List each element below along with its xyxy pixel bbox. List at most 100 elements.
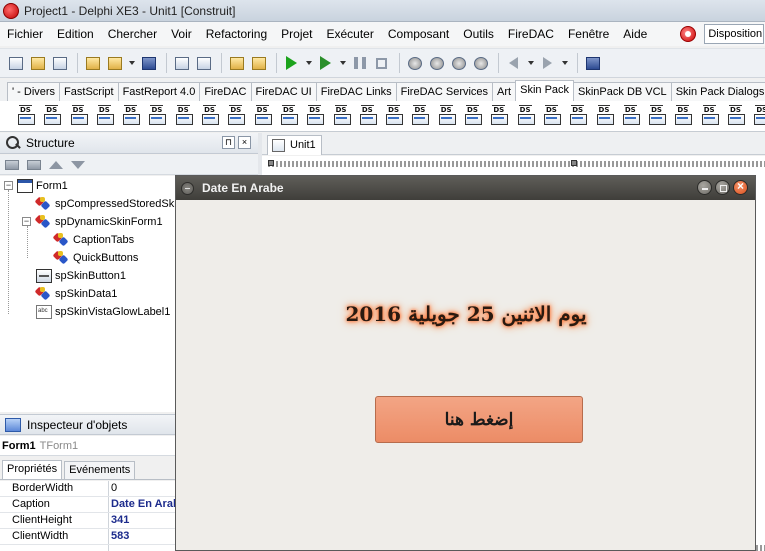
system-menu-icon[interactable] <box>181 181 194 195</box>
property-value[interactable]: 583 <box>111 530 175 542</box>
toggle-form-unit-icon[interactable] <box>194 54 213 73</box>
delphi-app-icon[interactable] <box>3 2 19 19</box>
tree-expander[interactable]: − <box>22 217 31 226</box>
tree-node[interactable]: CaptionTabs <box>52 231 134 249</box>
run-until-return-icon[interactable] <box>471 54 490 73</box>
tree-node[interactable]: spDynamicSkinForm1 <box>34 213 163 231</box>
resize-handle[interactable] <box>268 160 274 166</box>
stop-icon[interactable] <box>372 54 391 73</box>
open-project-icon[interactable] <box>28 54 47 73</box>
palette-tab[interactable]: FireDAC Services <box>395 82 494 101</box>
chevron-down-icon[interactable] <box>127 54 136 73</box>
palette-tab[interactable]: Skin Pack Dialogs <box>670 82 765 101</box>
palette-component-icon[interactable]: DS <box>121 104 143 128</box>
palette-component-icon[interactable]: DS <box>595 104 617 128</box>
palette-tab[interactable]: Skin Pack <box>515 80 575 101</box>
property-value[interactable]: 0 <box>111 482 175 494</box>
tree-node[interactable]: Form1 <box>17 177 68 195</box>
menu-view[interactable]: Voir <box>164 22 199 46</box>
tree-node[interactable]: QuickButtons <box>52 249 138 267</box>
tab-unit1[interactable]: Unit1 <box>267 135 322 155</box>
save-icon[interactable] <box>139 54 158 73</box>
property-value[interactable]: Date En Arabe <box>111 498 175 510</box>
menu-component[interactable]: Composant <box>381 22 456 46</box>
folder-icon[interactable] <box>2 157 22 173</box>
menu-edit[interactable]: Edition <box>50 22 101 46</box>
menu-file[interactable]: Fichier <box>0 22 50 46</box>
palette-component-icon[interactable]: DS <box>463 104 485 128</box>
palette-component-icon[interactable]: DS <box>673 104 695 128</box>
menu-project[interactable]: Projet <box>274 22 319 46</box>
palette-tab[interactable]: FastScript <box>59 82 119 101</box>
palette-component-icon[interactable]: DS <box>42 104 64 128</box>
palette-component-icon[interactable]: DS <box>332 104 354 128</box>
pin-button[interactable]: ⊓ <box>222 136 235 149</box>
palette-component-icon[interactable]: DS <box>437 104 459 128</box>
palette-component-icon[interactable]: DS <box>253 104 275 128</box>
chevron-down-icon[interactable] <box>304 54 313 73</box>
chevron-down-icon[interactable] <box>560 54 569 73</box>
open-file-icon[interactable] <box>83 54 102 73</box>
trace-into-icon[interactable] <box>405 54 424 73</box>
close-icon[interactable] <box>733 179 748 195</box>
designed-form-window[interactable]: Date En Arabe يوم الاثنين 25 جويلية 2016… <box>175 175 756 551</box>
press-here-button[interactable]: إضغط هنا <box>375 396 583 443</box>
form-title-bar[interactable]: Date En Arabe <box>176 176 755 200</box>
palette-tab[interactable]: FastReport 4.0 <box>117 82 201 101</box>
tab-events[interactable]: Evénements <box>64 461 136 479</box>
tree-node[interactable]: spCompressedStoredSkin1 <box>34 195 189 213</box>
palette-component-icon[interactable]: DS <box>358 104 380 128</box>
palette-component-icon[interactable]: DS <box>200 104 222 128</box>
palette-component-icon[interactable]: DS <box>305 104 327 128</box>
menu-tools[interactable]: Outils <box>456 22 501 46</box>
move-up-icon[interactable] <box>46 157 66 173</box>
help-globe-icon[interactable] <box>680 26 697 42</box>
help-book-icon[interactable] <box>583 54 602 73</box>
chevron-down-icon[interactable] <box>526 54 535 73</box>
back-icon[interactable] <box>504 54 523 73</box>
palette-tab[interactable]: FireDAC Links <box>315 82 397 101</box>
palette-component-icon[interactable]: DS <box>726 104 748 128</box>
menu-window[interactable]: Fenêtre <box>561 22 616 46</box>
palette-tab[interactable]: SkinPack DB VCL <box>573 82 672 101</box>
palette-component-icon[interactable]: DS <box>516 104 538 128</box>
menu-refactor[interactable]: Refactoring <box>199 22 274 46</box>
minimize-icon[interactable] <box>697 180 712 195</box>
view-form-icon[interactable] <box>172 54 191 73</box>
tree-node[interactable]: spSkinVistaGlowLabel1 <box>36 303 170 321</box>
tree-expander[interactable]: − <box>4 181 13 190</box>
new-form-icon[interactable] <box>227 54 246 73</box>
menu-run[interactable]: Exécuter <box>320 22 381 46</box>
trace-to-line-icon[interactable] <box>449 54 468 73</box>
menu-help[interactable]: Aide <box>616 22 654 46</box>
forward-icon[interactable] <box>538 54 557 73</box>
menu-firedac[interactable]: FireDAC <box>501 22 561 46</box>
add-file-icon[interactable] <box>249 54 268 73</box>
palette-tab[interactable]: FireDAC UI <box>250 82 317 101</box>
tree-node[interactable]: spSkinButton1 <box>36 267 126 285</box>
palette-tab[interactable]: ' - Divers <box>7 82 61 101</box>
menu-search[interactable]: Chercher <box>101 22 164 46</box>
new-items-icon[interactable] <box>6 54 25 73</box>
palette-component-icon[interactable]: DS <box>647 104 669 128</box>
palette-component-icon[interactable]: DS <box>147 104 169 128</box>
property-value[interactable]: 341 <box>111 514 175 526</box>
reopen-icon[interactable] <box>105 54 124 73</box>
palette-component-icon[interactable]: DS <box>568 104 590 128</box>
palette-tab[interactable]: Art <box>492 82 517 101</box>
palette-tab[interactable]: FireDAC <box>199 82 252 101</box>
chevron-down-icon[interactable] <box>338 54 347 73</box>
palette-component-icon[interactable]: DS <box>384 104 406 128</box>
pause-icon[interactable] <box>350 54 369 73</box>
palette-component-icon[interactable]: DS <box>16 104 38 128</box>
palette-component-icon[interactable]: DS <box>489 104 511 128</box>
save-all-icon[interactable] <box>50 54 69 73</box>
palette-component-icon[interactable]: DS <box>410 104 432 128</box>
step-over-icon[interactable] <box>427 54 446 73</box>
maximize-icon[interactable] <box>715 180 730 195</box>
palette-component-icon[interactable]: DS <box>279 104 301 128</box>
palette-component-icon[interactable]: DS <box>700 104 722 128</box>
run-without-debug-icon[interactable] <box>316 54 335 73</box>
layout-select[interactable]: Disposition <box>704 24 765 44</box>
tree-node[interactable]: spSkinData1 <box>34 285 117 303</box>
